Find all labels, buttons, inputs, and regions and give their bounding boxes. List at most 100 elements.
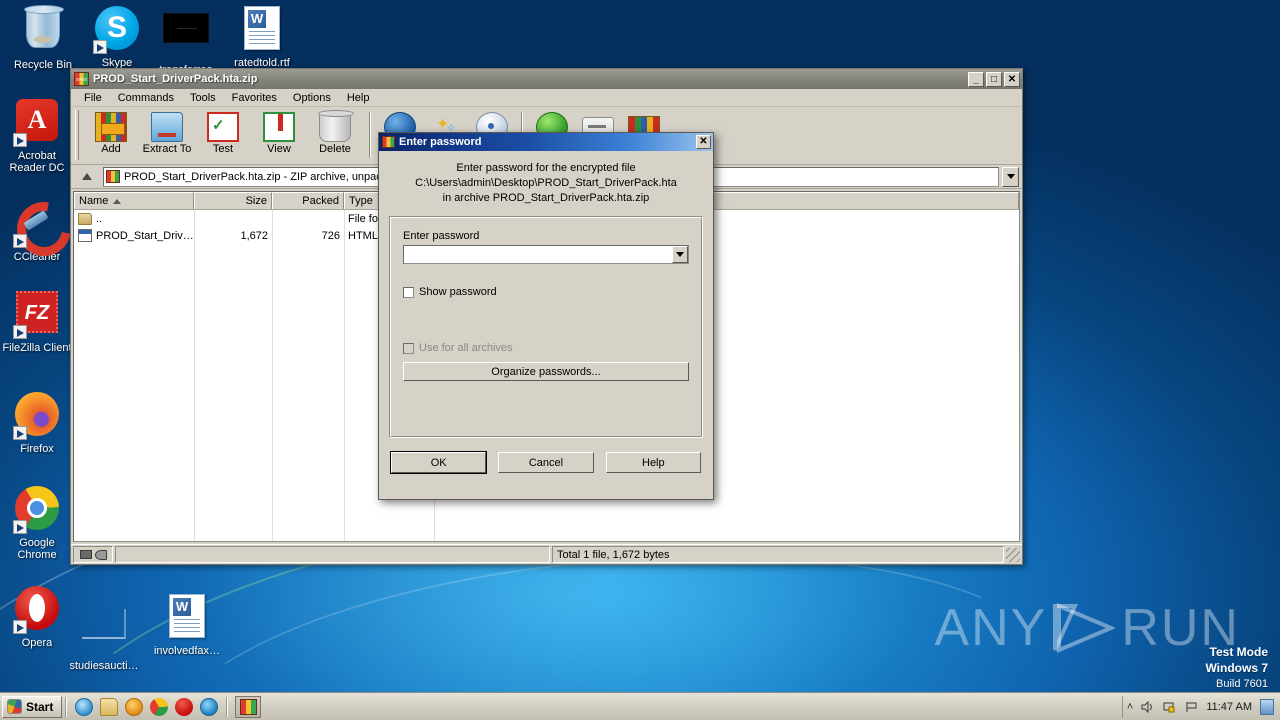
view-icon xyxy=(263,112,295,142)
desktop-icon-acrobat-reader-dc[interactable]: Acrobat Reader DC xyxy=(0,96,74,174)
menu-item-file[interactable]: File xyxy=(77,91,109,105)
anyrun-play-icon xyxy=(1053,602,1116,654)
column-header-label: Name xyxy=(79,195,109,207)
volume-icon[interactable] xyxy=(1141,700,1155,713)
menu-item-options[interactable]: Options xyxy=(286,91,338,105)
desktop-icon-opera[interactable]: Opera xyxy=(0,584,74,649)
extract-to-icon xyxy=(151,112,183,142)
show-hidden-icons-button[interactable]: ˄ xyxy=(1127,701,1133,713)
desktop[interactable]: Recycle Bin Skypetransferrearatedtold.rtf… xyxy=(0,0,1280,720)
desktop-icon-firefox[interactable]: Firefox xyxy=(0,390,74,455)
resize-grip[interactable] xyxy=(1006,547,1020,562)
taskbar-internet-explorer-icon[interactable] xyxy=(75,697,94,716)
dialog-message: Enter password for the encrypted file C:… xyxy=(379,151,713,212)
test-mode-watermark: Test Mode Windows 7 Build 7601 xyxy=(1205,644,1268,692)
desktop-icon-filezilla-client[interactable]: FileZilla Client xyxy=(0,288,74,354)
desktop-icon-ratedtold-rtf[interactable]: ratedtold.rtf xyxy=(225,4,299,69)
password-input[interactable] xyxy=(404,246,672,263)
menu-item-favorites[interactable]: Favorites xyxy=(225,91,284,105)
dialog-app-icon xyxy=(382,136,395,148)
winrar-title-bar[interactable]: PROD_Start_DriverPack.hta.zip _ □ ✕ xyxy=(71,69,1022,89)
cell-text: PROD_Start_Driv… xyxy=(96,229,194,242)
desktop-icon-google-chrome[interactable]: Google Chrome xyxy=(0,484,74,561)
dialog-title-bar[interactable]: Enter password ✕ xyxy=(379,133,713,151)
menu-item-commands[interactable]: Commands xyxy=(111,91,181,105)
use-for-all-archives-label: Use for all archives xyxy=(419,342,513,354)
toolbar-button-add[interactable]: Add xyxy=(83,110,139,155)
dialog-close-button[interactable]: ✕ xyxy=(696,135,711,149)
toolbar-grip[interactable] xyxy=(75,110,79,160)
show-desktop-button[interactable] xyxy=(1260,698,1274,715)
taskbar-windows-explorer-icon[interactable] xyxy=(100,697,119,716)
acrobat-reader-dc-icon xyxy=(13,99,61,147)
cancel-button[interactable]: Cancel xyxy=(498,452,594,473)
shortcut-overlay-icon xyxy=(13,620,27,634)
desktop-icon-skype[interactable]: Skype xyxy=(80,4,154,69)
column-header-packed[interactable]: Packed xyxy=(272,192,344,209)
organize-passwords-button[interactable]: Organize passwords... xyxy=(403,362,689,381)
winrar-menu-bar[interactable]: File Commands Tools Favorites Options Help xyxy=(71,89,1022,107)
action-center-flag-icon[interactable] xyxy=(1185,701,1198,713)
address-dropdown-icon[interactable] xyxy=(1002,166,1019,187)
disk-icon xyxy=(79,550,92,559)
cell-name: PROD_Start_Driv… xyxy=(74,229,194,242)
toolbar-button-label: Add xyxy=(101,143,121,155)
status-message xyxy=(115,546,550,563)
maximize-button[interactable]: □ xyxy=(986,71,1002,87)
toolbar-button-extract-to[interactable]: Extract To xyxy=(139,110,195,155)
password-dropdown-icon[interactable] xyxy=(672,246,688,263)
enter-password-dialog[interactable]: Enter password ✕ Enter password for the … xyxy=(378,132,714,500)
show-password-label: Show password xyxy=(419,286,497,298)
minimize-button[interactable]: _ xyxy=(968,71,984,87)
desktop-icon-label: Firefox xyxy=(20,443,54,455)
toolbar-button-view[interactable]: View xyxy=(251,110,307,155)
firefox-icon xyxy=(13,392,61,440)
dialog-message-line-1: Enter password for the encrypted file xyxy=(456,162,636,174)
password-combo[interactable] xyxy=(403,245,689,264)
transferrea-icon xyxy=(162,13,210,61)
desktop-icon-involvedfax[interactable]: involvedfax… xyxy=(150,592,224,657)
menu-item-tools[interactable]: Tools xyxy=(183,91,223,105)
taskbar-windows-media-player-icon[interactable] xyxy=(125,697,144,716)
toolbar-button-label: Delete xyxy=(319,143,351,155)
taskbar[interactable]: Start ˄ 11:47 AM xyxy=(0,692,1280,720)
help-button[interactable]: Help xyxy=(605,452,701,473)
desktop-icon-label: Google Chrome xyxy=(17,537,57,561)
show-password-row[interactable]: Show password xyxy=(403,286,689,298)
taskbar-opera-icon[interactable] xyxy=(175,697,194,716)
start-label: Start xyxy=(26,699,54,714)
winrar-status-bar: Total 1 file, 1,672 bytes xyxy=(71,544,1022,564)
anyrun-text-any: ANY xyxy=(934,599,1048,657)
toolbar-button-delete[interactable]: Delete xyxy=(307,110,363,155)
start-button[interactable]: Start xyxy=(2,695,63,718)
quick-launch-bar[interactable] xyxy=(70,697,223,716)
toolbar-button-test[interactable]: Test xyxy=(195,110,251,155)
cell-name: .. xyxy=(74,212,194,225)
task-list[interactable] xyxy=(231,695,262,718)
column-header-size[interactable]: Size xyxy=(194,192,272,209)
desktop-icon-ccleaner[interactable]: CCleaner xyxy=(0,196,74,263)
toolbar-button-label: View xyxy=(267,143,291,155)
column-divider xyxy=(194,210,195,541)
dialog-button-row[interactable]: OK Cancel Help xyxy=(379,438,713,474)
status-selection-icons[interactable] xyxy=(73,546,113,563)
up-one-level-button[interactable] xyxy=(74,166,100,187)
shortcut-overlay-icon xyxy=(13,520,27,534)
column-header-name[interactable]: Name xyxy=(74,192,194,209)
network-icon[interactable] xyxy=(1163,701,1177,713)
desktop-icon-recycle-bin[interactable]: Recycle Bin xyxy=(6,4,80,71)
menu-item-help[interactable]: Help xyxy=(340,91,377,105)
taskbar-task-winrar-task[interactable] xyxy=(235,695,262,718)
show-password-checkbox[interactable] xyxy=(403,286,414,298)
close-button[interactable]: ✕ xyxy=(1004,71,1020,87)
ok-button[interactable]: OK xyxy=(389,451,488,474)
taskbar-chrome-icon[interactable] xyxy=(150,697,169,716)
shortcut-overlay-icon xyxy=(13,133,27,147)
desktop-icon-studiesaucti[interactable]: studiesaucti… xyxy=(67,600,141,672)
system-tray[interactable]: ˄ 11:47 AM xyxy=(1121,695,1278,718)
taskbar-edge-icon[interactable] xyxy=(200,697,219,716)
taskbar-clock[interactable]: 11:47 AM xyxy=(1206,701,1252,713)
column-header-label: Size xyxy=(245,195,267,207)
desktop-icon-label: studiesaucti… xyxy=(69,660,139,672)
desktop-icon-transferrea[interactable]: transferrea xyxy=(149,4,223,76)
